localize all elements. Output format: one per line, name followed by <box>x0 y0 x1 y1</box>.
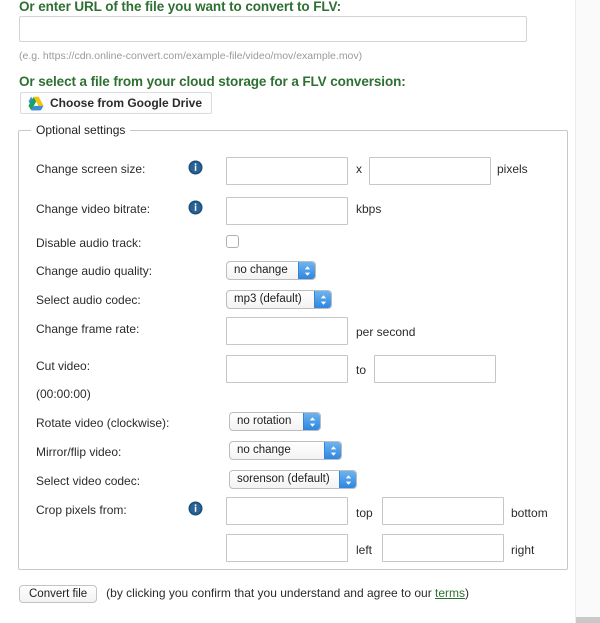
convert-footer: Convert file (by clicking you confirm tha… <box>19 584 559 603</box>
mirror-flip-video-select[interactable]: no change <box>229 441 342 460</box>
change-screen-size-label: Change screen size: <box>36 162 146 176</box>
google-drive-button-label: Choose from Google Drive <box>50 96 203 110</box>
crop-top-input[interactable] <box>226 497 348 525</box>
google-drive-icon <box>28 96 44 111</box>
optional-settings-panel: Optional settings Change screen size: x … <box>18 123 568 570</box>
info-icon[interactable] <box>188 501 203 516</box>
url-example-hint: (e.g. https://cdn.online-convert.com/exa… <box>19 50 363 62</box>
video-bitrate-unit: kbps <box>356 202 382 216</box>
url-input[interactable] <box>19 16 527 42</box>
select-audio-codec-label: Select audio codec: <box>36 293 141 307</box>
rotate-video-select[interactable]: no rotation <box>229 412 321 431</box>
cut-video-format-hint: (00:00:00) <box>36 387 91 401</box>
cut-video-from-input[interactable] <box>226 355 348 383</box>
cut-video-separator: to <box>356 363 367 377</box>
crop-right-unit: right <box>511 543 535 557</box>
url-section-heading: Or enter URL of the file you want to con… <box>19 0 342 14</box>
info-icon[interactable] <box>188 200 203 215</box>
change-audio-quality-label: Change audio quality: <box>36 264 153 278</box>
convert-disclaimer: (by clicking you confirm that you unders… <box>106 586 469 600</box>
chevron-updown-icon <box>303 413 320 430</box>
video-codec-select[interactable]: sorenson (default) <box>229 470 357 489</box>
disclaimer-text-before: (by clicking you confirm that you unders… <box>106 586 436 600</box>
disable-audio-track-checkbox[interactable] <box>226 235 239 248</box>
chevron-updown-icon <box>314 291 331 308</box>
disclaimer-text-after: ) <box>465 586 470 600</box>
audio-quality-select[interactable]: no change <box>226 261 316 280</box>
cut-video-to-input[interactable] <box>374 355 496 383</box>
audio-codec-value: mp3 (default) <box>234 293 302 305</box>
select-video-codec-label: Select video codec: <box>36 474 141 488</box>
screen-width-input[interactable] <box>226 157 348 185</box>
audio-codec-select[interactable]: mp3 (default) <box>226 290 332 309</box>
mirror-flip-video-value: no change <box>237 444 291 456</box>
change-video-bitrate-label: Change video bitrate: <box>36 202 151 216</box>
crop-bottom-unit: bottom <box>511 506 548 520</box>
screen-height-input[interactable] <box>369 157 491 185</box>
screen-size-separator: x <box>356 162 362 176</box>
mirror-flip-video-label: Mirror/flip video: <box>36 445 122 459</box>
scrollbar-thumb[interactable] <box>576 617 600 623</box>
choose-from-google-drive-button[interactable]: Choose from Google Drive <box>20 92 213 114</box>
info-icon[interactable] <box>188 160 203 175</box>
terms-link[interactable]: terms <box>435 586 465 600</box>
cut-video-label: Cut video: <box>36 359 91 373</box>
page-edge-strip <box>575 0 600 623</box>
crop-left-input[interactable] <box>226 534 348 562</box>
chevron-updown-icon <box>324 442 341 459</box>
video-codec-value: sorenson (default) <box>237 473 330 485</box>
rotate-video-label: Rotate video (clockwise): <box>36 416 170 430</box>
cloud-section-heading: Or select a file from your cloud storage… <box>19 74 406 89</box>
video-bitrate-input[interactable] <box>226 197 348 225</box>
chevron-updown-icon <box>298 262 315 279</box>
frame-rate-input[interactable] <box>226 317 348 345</box>
optional-settings-legend: Optional settings <box>31 123 131 137</box>
crop-bottom-input[interactable] <box>382 497 504 525</box>
crop-left-unit: left <box>356 543 373 557</box>
rotate-video-value: no rotation <box>237 415 292 427</box>
crop-top-unit: top <box>356 506 373 520</box>
frame-rate-unit: per second <box>356 325 416 339</box>
convert-file-button[interactable]: Convert file <box>19 584 98 603</box>
audio-quality-value: no change <box>234 264 288 276</box>
disable-audio-track-label: Disable audio track: <box>36 236 142 250</box>
chevron-updown-icon <box>339 471 356 488</box>
screen-size-unit: pixels <box>497 162 528 176</box>
change-frame-rate-label: Change frame rate: <box>36 322 140 336</box>
crop-right-input[interactable] <box>382 534 504 562</box>
crop-pixels-from-label: Crop pixels from: <box>36 503 127 517</box>
